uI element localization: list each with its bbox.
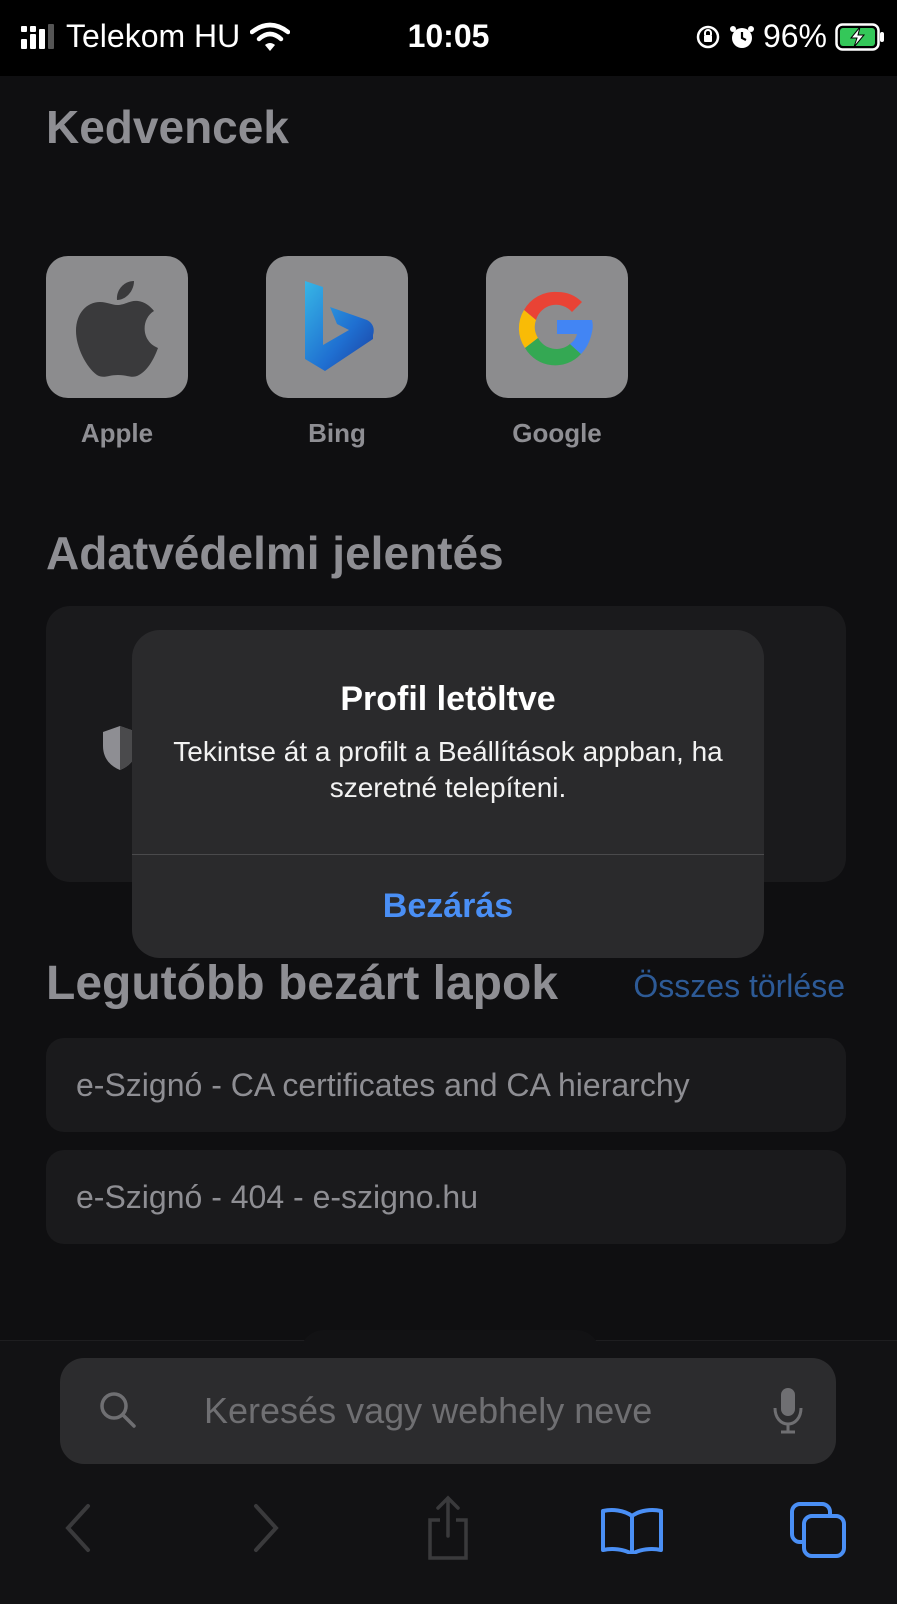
favorite-apple[interactable]: Apple [46,256,188,449]
favorite-label: Apple [80,418,154,448]
google-tile[interactable] [486,256,628,398]
favorite-bing[interactable]: Bing [266,256,408,449]
clear-all-link[interactable]: Összes törlése [633,968,845,1005]
microphone-icon[interactable] [772,1386,804,1436]
favorites-heading: Kedvencek [46,101,289,153]
search-field[interactable]: Keresés vagy webhely neve [60,1358,836,1464]
privacy-report-heading: Adatvédelmi jelentés [46,527,504,579]
back-icon[interactable] [60,1500,96,1556]
bookmarks-icon[interactable] [600,1506,664,1554]
alert-message: Tekintse át a profilt a Beállítások appb… [173,736,723,803]
profile-downloaded-alert: Profil letöltve Tekintse át a profilt a … [132,630,764,958]
close-button[interactable]: Bezárás [132,855,764,958]
search-icon [100,1392,136,1428]
share-icon[interactable] [424,1494,472,1562]
favorite-google[interactable]: Google [486,256,628,449]
safari-start-page: Telekom HU 10:05 96% Kedvencek Apple Bin… [0,0,897,1604]
recently-closed-heading: Legutóbb bezárt lapok [46,957,559,1010]
forward-icon[interactable] [248,1500,284,1556]
orientation-lock-icon [696,25,720,48]
search-placeholder: Keresés vagy webhely neve [204,1390,653,1431]
recent-tab-item[interactable]: e-Szignó - 404 - e-szigno.hu [46,1150,846,1244]
alarm-icon [729,25,754,48]
battery-charging-icon [835,22,884,51]
favorite-label: Google [512,418,602,448]
bing-logo-icon [305,281,374,371]
bing-tile[interactable] [266,256,408,398]
recent-tab-item[interactable]: e-Szignó - CA certificates and CA hierar… [46,1038,846,1132]
status-bar: Telekom HU 10:05 96% [0,0,897,76]
apple-logo-icon [76,281,158,377]
google-logo-icon [518,291,593,366]
alert-title: Profil letöltve [340,680,556,718]
status-right: 96% [695,18,885,55]
battery-percent: 96% [762,18,827,54]
tabs-icon[interactable] [788,1500,848,1560]
favorite-label: Bing [308,418,366,448]
apple-tile[interactable] [46,256,188,398]
